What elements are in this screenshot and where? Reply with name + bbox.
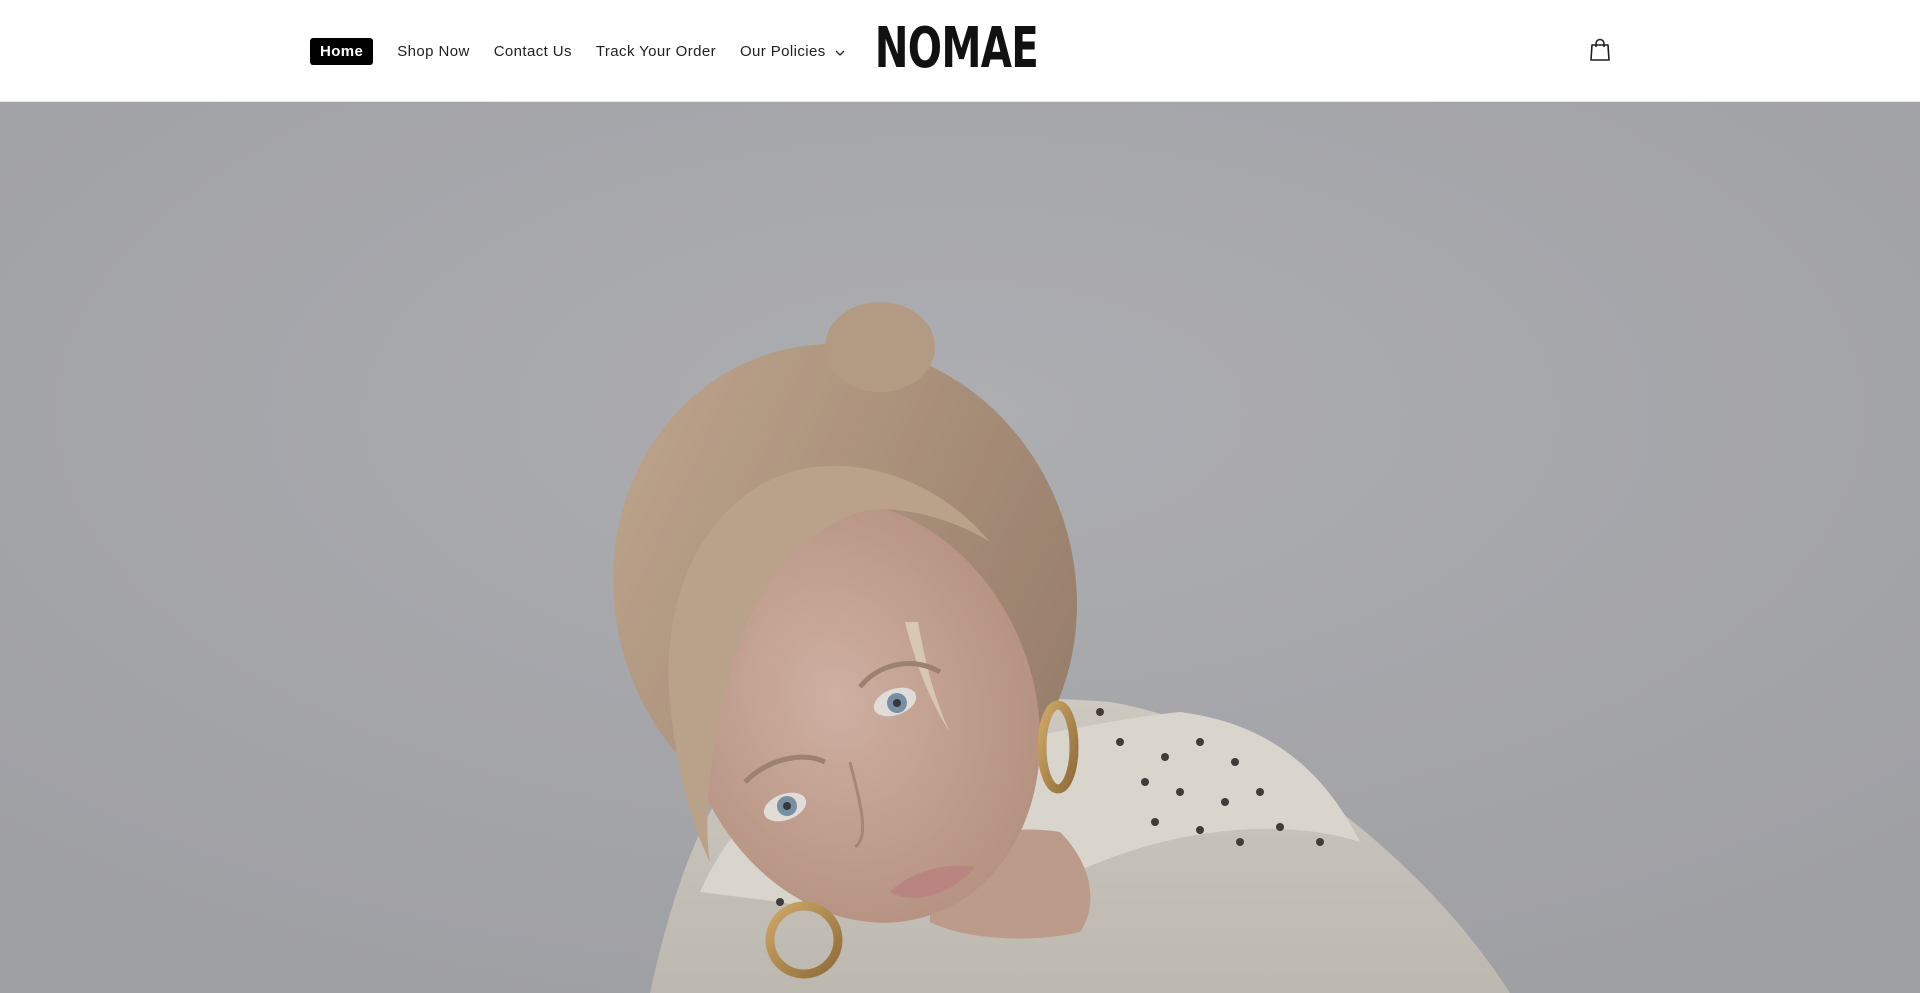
- brand-logo-text: NOMAE: [874, 16, 1039, 81]
- chevron-down-icon: [835, 43, 845, 60]
- site-header: Home Shop Now Contact Us Track Your Orde…: [0, 0, 1920, 102]
- nav-item-shop-now[interactable]: Shop Now: [397, 43, 469, 60]
- nav-item-contact-us[interactable]: Contact Us: [494, 43, 572, 60]
- hero-banner: [0, 102, 1920, 993]
- nav-item-our-policies-label: Our Policies: [739, 43, 826, 60]
- nav-item-our-policies[interactable]: Our Policies: [740, 43, 845, 60]
- main-nav: Home Shop Now Contact Us Track Your Orde…: [310, 38, 845, 65]
- nav-item-track-your-order[interactable]: Track Your Order: [596, 43, 716, 60]
- nav-item-home[interactable]: Home: [310, 38, 374, 65]
- hero-image: [0, 102, 1920, 993]
- brand-logo[interactable]: NOMAE: [875, 18, 1039, 80]
- cart-button[interactable]: [1584, 36, 1616, 68]
- shopping-bag-icon: [1589, 38, 1611, 67]
